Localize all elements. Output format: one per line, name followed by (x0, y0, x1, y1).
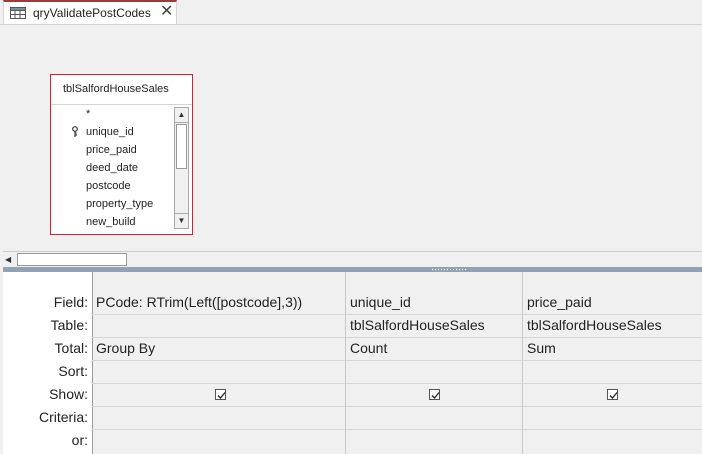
table-title[interactable]: tblSalfordHouseSales (63, 83, 169, 95)
tab-query[interactable]: qryValidatePostCodes ✕ (3, 0, 177, 24)
checkmark-icon (609, 392, 618, 399)
query-datasheet-icon (10, 7, 26, 19)
primary-key-icon (72, 126, 78, 137)
grid-cell-field[interactable]: unique_id (350, 294, 411, 310)
show-checkbox[interactable] (607, 389, 618, 400)
grid-cell-field[interactable]: PCode: RTrim(Left([postcode],3)) (96, 294, 302, 310)
scroll-left-icon[interactable]: ◀ (5, 254, 15, 265)
row-label-show: Show: (49, 386, 88, 402)
grid-row-headers: Field: Table: Total: Sort: Show: Criteri… (3, 272, 92, 454)
field-item-deed-date[interactable]: deed_date (86, 162, 138, 174)
field-item-postcode[interactable]: postcode (86, 180, 131, 192)
table-field-list[interactable]: tblSalfordHouseSales * unique_id price_p… (50, 74, 193, 235)
row-divider (92, 360, 702, 361)
row-label-or: or: (71, 432, 88, 448)
field-item-all[interactable]: * (86, 108, 90, 120)
document-tab-strip: qryValidatePostCodes ✕ (0, 0, 702, 25)
field-item-new-build[interactable]: new_build (86, 216, 136, 228)
row-label-field: Field: (53, 294, 88, 310)
row-divider (92, 314, 702, 315)
row-divider (92, 406, 702, 407)
grid-cell-table[interactable]: tblSalfordHouseSales (527, 317, 662, 333)
row-divider (92, 337, 702, 338)
close-icon[interactable]: ✕ (160, 4, 173, 20)
query-design-pane[interactable]: tblSalfordHouseSales * unique_id price_p… (3, 25, 702, 252)
grid-border (92, 272, 93, 454)
splitter-grip[interactable] (431, 268, 467, 271)
field-item-unique-id[interactable]: unique_id (86, 126, 134, 138)
show-checkbox[interactable] (215, 389, 226, 400)
grid-cell-total[interactable]: Count (350, 340, 387, 356)
field-item-property-type[interactable]: property_type (86, 198, 153, 210)
divider (51, 104, 192, 105)
row-label-sort: Sort: (58, 363, 88, 379)
grid-cell-total[interactable]: Group By (96, 340, 155, 356)
grid-cell-table[interactable]: tblSalfordHouseSales (350, 317, 485, 333)
checkmark-icon (431, 392, 440, 399)
checkmark-icon (217, 392, 226, 399)
scroll-thumb[interactable] (176, 124, 187, 169)
grid-cell-total[interactable]: Sum (527, 340, 556, 356)
row-divider (92, 429, 702, 430)
column-divider[interactable] (345, 272, 346, 454)
row-label-total: Total: (54, 340, 88, 356)
grid-cell-field[interactable]: price_paid (527, 294, 592, 310)
row-label-table: Table: (50, 317, 88, 333)
scroll-down-icon[interactable]: ▼ (175, 213, 188, 228)
scroll-thumb[interactable] (17, 253, 127, 266)
field-list-scrollbar[interactable]: ▲ ▼ (174, 107, 189, 229)
row-label-criteria: Criteria: (38, 409, 88, 425)
row-divider (92, 383, 702, 384)
column-divider[interactable] (522, 272, 523, 454)
query-design-grid[interactable]: Field: Table: Total: Sort: Show: Criteri… (3, 272, 702, 454)
design-horizontal-scrollbar[interactable]: ◀ (3, 251, 702, 267)
field-item-price-paid[interactable]: price_paid (86, 144, 137, 156)
show-checkbox[interactable] (429, 389, 440, 400)
tab-title: qryValidatePostCodes (33, 6, 151, 20)
scroll-up-icon[interactable]: ▲ (175, 108, 188, 123)
